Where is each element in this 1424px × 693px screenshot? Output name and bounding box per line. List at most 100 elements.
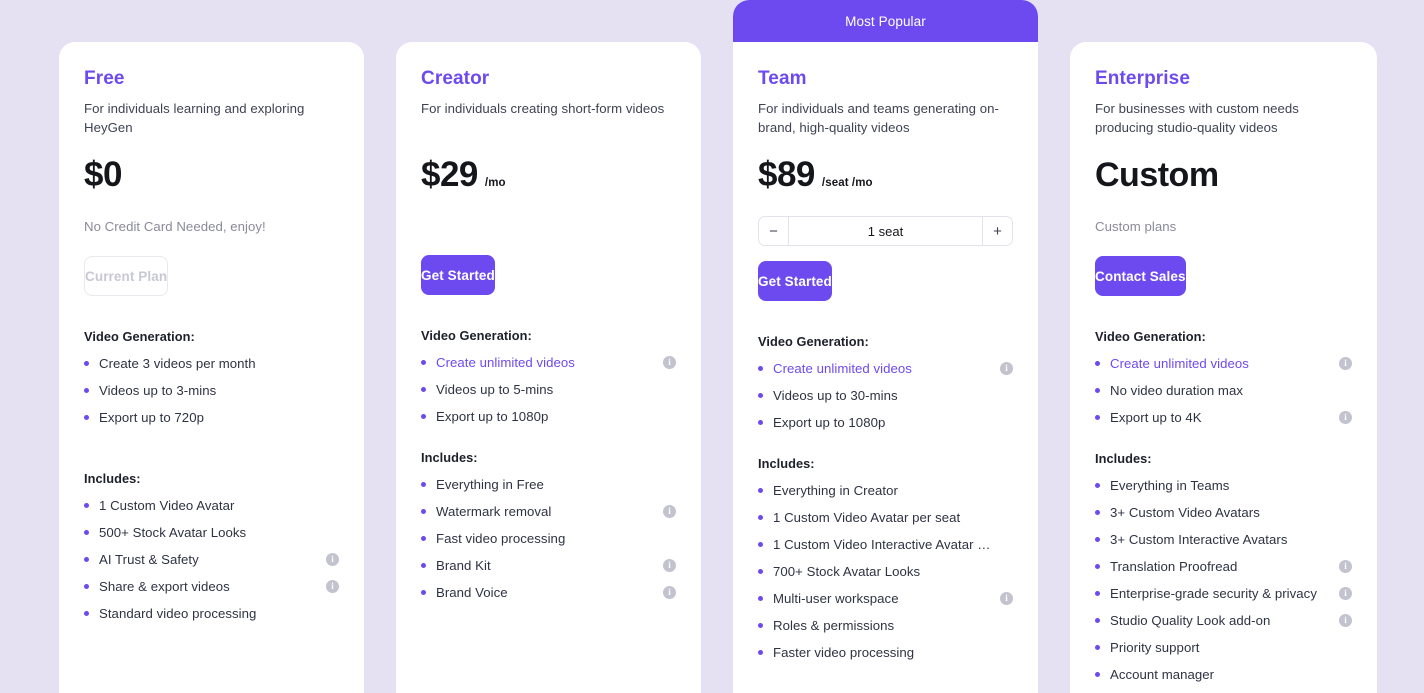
info-icon[interactable]: i (1339, 614, 1352, 627)
info-icon[interactable]: i (1000, 362, 1013, 375)
plan-card-creator: Creator For individuals creating short-fo… (396, 42, 701, 693)
seat-quantity-stepper[interactable]: − 1 seat + (758, 216, 1013, 246)
feature-label: Videos up to 3-mins (99, 383, 217, 398)
feature-label: Multi-user workspace (773, 591, 899, 606)
feature-label: Export up to 1080p (773, 415, 886, 430)
info-icon[interactable]: i (1339, 411, 1352, 424)
feature-item: Everything in Free (421, 465, 676, 492)
plan-name: Team (758, 68, 807, 89)
feature-label: Everything in Teams (1110, 478, 1230, 493)
plan-price: $89 (758, 155, 815, 194)
feature-label: Everything in Free (436, 477, 544, 492)
feature-label: Brand Voice (436, 585, 508, 600)
plan-cta-button[interactable]: Get Started (758, 261, 832, 301)
feature-item: Create unlimited videos i (758, 349, 1013, 376)
bullet-icon (421, 536, 426, 541)
includes-label: Includes: (421, 450, 478, 465)
video-generation-feature-list: Create 3 videos per month Videos up to 3-… (84, 344, 339, 425)
cta-slot: Contact Sales (1095, 256, 1352, 296)
feature-item: Standard video processing (84, 594, 339, 621)
bullet-icon (1095, 672, 1100, 677)
feature-item: Translation Proofread i (1095, 547, 1352, 574)
feature-item: No video duration max (1095, 371, 1352, 398)
feature-label: 1 Custom Video Avatar (99, 498, 235, 513)
plan-price-row: Custom (1095, 155, 1352, 199)
feature-item: Create unlimited videos i (1095, 344, 1352, 371)
feature-label: Priority support (1110, 640, 1200, 655)
plan-price-row: $89/seat /mo (758, 155, 1013, 199)
feature-label: Studio Quality Look add-on (1110, 613, 1271, 628)
bullet-icon (758, 623, 763, 628)
feature-item: Export up to 4K i (1095, 398, 1352, 425)
feature-item: Create 3 videos per month (84, 344, 339, 371)
feature-item: Roles & permissions (758, 606, 1013, 633)
info-icon[interactable]: i (663, 505, 676, 518)
video-generation-feature-list: Create unlimited videos i No video duratio… (1095, 344, 1352, 425)
seat-decrement-button[interactable]: − (759, 217, 789, 245)
video-generation-feature-list: Create unlimited videos i Videos up to 30-… (758, 349, 1013, 430)
feature-label: Videos up to 30-mins (773, 388, 898, 403)
feature-label: Create 3 videos per month (99, 356, 256, 371)
most-popular-badge: Most Popular (733, 0, 1038, 42)
bullet-icon (421, 360, 426, 365)
feature-item: 1 Custom Video Avatar per seat (758, 498, 1013, 525)
plan-cta-button[interactable]: Get Started (421, 255, 495, 295)
video-generation-feature-list: Create unlimited videos i Videos up to 5-m… (421, 343, 676, 424)
plan-card-team: Most Popular Team For individuals and team… (733, 0, 1038, 693)
feature-label: Watermark removal (436, 504, 552, 519)
seat-count-value: 1 seat (867, 223, 904, 239)
feature-item: Create unlimited videos i (421, 343, 676, 370)
bullet-icon (1095, 388, 1100, 393)
bullet-icon (758, 650, 763, 655)
feature-item: Everything in Creator (758, 471, 1013, 498)
plan-description: For individuals learning and exploring H… (84, 101, 305, 135)
info-icon[interactable]: i (1339, 357, 1352, 370)
info-icon[interactable]: i (1339, 560, 1352, 573)
feature-label: Create unlimited videos (436, 355, 575, 370)
feature-label: Export up to 4K (1110, 410, 1202, 425)
plan-cta-button: Current Plan (84, 256, 169, 296)
bullet-icon (758, 596, 763, 601)
plan-price-note: Custom plans (1095, 219, 1177, 234)
bullet-icon (758, 393, 763, 398)
feature-item: Fast video processing (421, 519, 676, 546)
feature-item: 3+ Custom Interactive Avatars (1095, 520, 1352, 547)
feature-item: AI Trust & Safety i (84, 540, 339, 567)
info-icon[interactable]: i (326, 580, 339, 593)
seat-increment-button[interactable]: + (982, 217, 1012, 245)
bullet-icon (84, 361, 89, 366)
info-icon[interactable]: i (663, 559, 676, 572)
bullet-icon (758, 420, 763, 425)
feature-label: Everything in Creator (773, 483, 898, 498)
info-icon[interactable]: i (663, 586, 676, 599)
pricing-plans-grid: Free For individuals learning and explori… (0, 0, 1424, 693)
info-icon[interactable]: i (1339, 587, 1352, 600)
includes-feature-list: Everything in Teams 3+ Custom Video Avata… (1095, 466, 1352, 693)
feature-item: Everything in Teams (1095, 466, 1352, 493)
feature-label: Export up to 1080p (436, 409, 549, 424)
plan-price: Custom (1095, 156, 1219, 194)
bullet-icon (1095, 415, 1100, 420)
feature-item: 700+ Stock Avatar Looks (758, 552, 1013, 579)
feature-item: Commercial terms (1095, 682, 1352, 693)
feature-label: 500+ Stock Avatar Looks (99, 525, 247, 540)
includes-label: Includes: (1095, 451, 1152, 466)
feature-item: Share & export videos i (84, 567, 339, 594)
info-icon[interactable]: i (1000, 592, 1013, 605)
bullet-icon (421, 590, 426, 595)
feature-label: No video duration max (1110, 383, 1243, 398)
feature-item: Videos up to 3-mins (84, 371, 339, 398)
info-icon[interactable]: i (326, 553, 339, 566)
plan-description: For individuals creating short-form vide… (421, 101, 665, 116)
info-icon[interactable]: i (663, 356, 676, 369)
bullet-icon (1095, 564, 1100, 569)
bullet-icon (84, 557, 89, 562)
feature-label: 1 Custom Video Interactive Avatar per ..… (773, 537, 992, 552)
bullet-icon (1095, 645, 1100, 650)
bullet-icon (758, 366, 763, 371)
includes-label: Includes: (84, 471, 141, 486)
bullet-icon (84, 530, 89, 535)
bullet-icon (421, 563, 426, 568)
plan-cta-button[interactable]: Contact Sales (1095, 256, 1186, 296)
video-generation-label: Video Generation: (84, 329, 195, 344)
